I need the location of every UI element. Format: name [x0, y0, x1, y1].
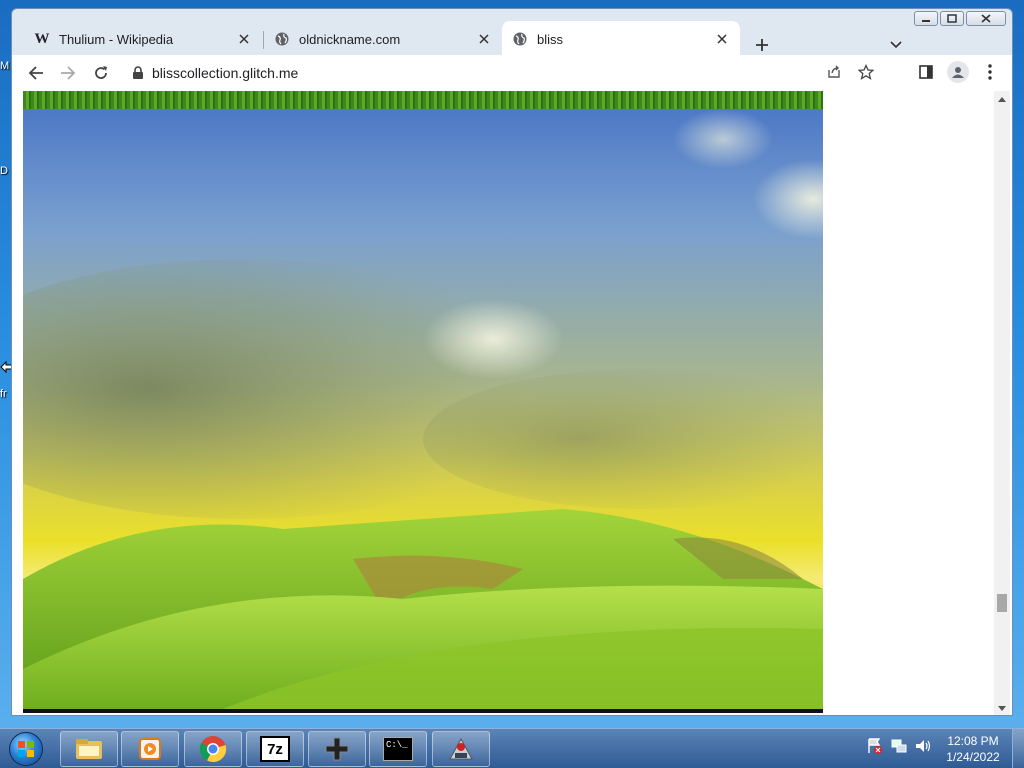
- gamepad-icon: [325, 737, 349, 761]
- action-center-flag-icon[interactable]: [866, 737, 884, 755]
- bookmark-star-button[interactable]: [852, 58, 880, 86]
- page-viewport: [12, 91, 1012, 715]
- globe-icon: [274, 31, 290, 47]
- browser-window: W Thulium - Wikipedia oldnickname.com bl…: [11, 8, 1013, 716]
- media-player-icon: [139, 738, 161, 760]
- tab-close-button[interactable]: [236, 31, 252, 47]
- chevron-down-icon: [890, 41, 902, 49]
- taskbar: 7z C:\_ 12:08 PM 1/24/2022: [0, 728, 1024, 768]
- close-icon: [717, 34, 727, 44]
- close-icon: [239, 34, 249, 44]
- scrollbar-thumb[interactable]: [997, 594, 1007, 612]
- network-icon[interactable]: [890, 737, 908, 755]
- volume-icon[interactable]: [914, 737, 932, 755]
- triangle-down-icon: [998, 706, 1006, 711]
- bliss-wallpaper: [23, 109, 823, 709]
- show-desktop-button[interactable]: [1012, 729, 1024, 768]
- star-icon: [858, 64, 874, 80]
- browser-toolbar: blisscollection.glitch.me: [12, 55, 1012, 91]
- tab-strip: W Thulium - Wikipedia oldnickname.com bl…: [12, 17, 1012, 57]
- reload-button[interactable]: [87, 59, 115, 87]
- 7zip-icon: 7z: [260, 736, 290, 762]
- start-button[interactable]: [4, 730, 48, 768]
- tab-close-button[interactable]: [714, 31, 730, 47]
- bliss-image: [23, 91, 823, 713]
- tab-title: bliss: [537, 31, 564, 47]
- taskbar-app-explorer[interactable]: [60, 731, 118, 767]
- side-panel-button[interactable]: [912, 58, 940, 86]
- desktop-icon-label: M: [0, 60, 10, 72]
- scroll-down-button[interactable]: [994, 701, 1010, 715]
- address-bar[interactable]: blisscollection.glitch.me: [124, 58, 874, 88]
- share-icon: [828, 65, 840, 78]
- globe-icon: [512, 31, 528, 47]
- arrow-left-icon: [28, 66, 43, 80]
- wikipedia-w-icon: W: [34, 30, 50, 47]
- image-divider: [23, 709, 823, 713]
- taskbar-app-java[interactable]: [432, 731, 490, 767]
- command-prompt-icon: C:\_: [383, 737, 413, 761]
- taskbar-app-media-player[interactable]: [121, 731, 179, 767]
- back-button[interactable]: [22, 59, 50, 87]
- java-app-icon: [449, 737, 473, 760]
- profile-button[interactable]: [944, 58, 972, 86]
- url-text: blisscollection.glitch.me: [152, 65, 299, 81]
- menu-button[interactable]: [976, 58, 1004, 86]
- forward-button[interactable]: [54, 59, 82, 87]
- system-clock[interactable]: 12:08 PM 1/24/2022: [940, 733, 1006, 765]
- tab-title: oldnickname.com: [299, 31, 401, 47]
- side-panel-icon: [919, 65, 933, 79]
- desktop-icon-label: fr: [0, 388, 7, 400]
- clock-time: 12:08 PM: [947, 734, 999, 748]
- more-vert-icon: [988, 64, 992, 80]
- taskbar-app-7zip[interactable]: 7z: [246, 731, 304, 767]
- tab-title: Thulium - Wikipedia: [59, 31, 174, 47]
- tab-search-button[interactable]: [884, 33, 908, 57]
- tab-oldnickname[interactable]: oldnickname.com: [264, 21, 502, 57]
- avatar: [947, 61, 969, 83]
- clock-date: 1/24/2022: [946, 750, 1000, 764]
- taskbar-app-gamepad[interactable]: [308, 731, 366, 767]
- reload-icon: [95, 66, 107, 79]
- triangle-up-icon: [998, 97, 1006, 102]
- vertical-scrollbar[interactable]: [994, 91, 1010, 715]
- previous-image-bottom: [23, 91, 823, 109]
- arrow-right-icon: [61, 66, 76, 80]
- windows-logo-icon: [9, 732, 43, 766]
- desktop-icon-label: D: [0, 165, 8, 177]
- chrome-icon: [199, 736, 227, 763]
- taskbar-app-chrome[interactable]: [184, 731, 242, 767]
- tab-bliss[interactable]: bliss: [502, 21, 740, 57]
- scroll-up-button[interactable]: [994, 91, 1010, 107]
- close-icon: [479, 34, 489, 44]
- tab-thulium-wikipedia[interactable]: W Thulium - Wikipedia: [24, 21, 262, 57]
- person-icon: [952, 67, 964, 78]
- share-button[interactable]: [820, 58, 848, 86]
- system-tray: [866, 737, 932, 755]
- plus-icon: [756, 39, 768, 51]
- tab-close-button[interactable]: [476, 31, 492, 47]
- lock-icon: [133, 66, 143, 79]
- windows-explorer-icon: [76, 739, 102, 759]
- taskbar-app-cmd[interactable]: C:\_: [369, 731, 427, 767]
